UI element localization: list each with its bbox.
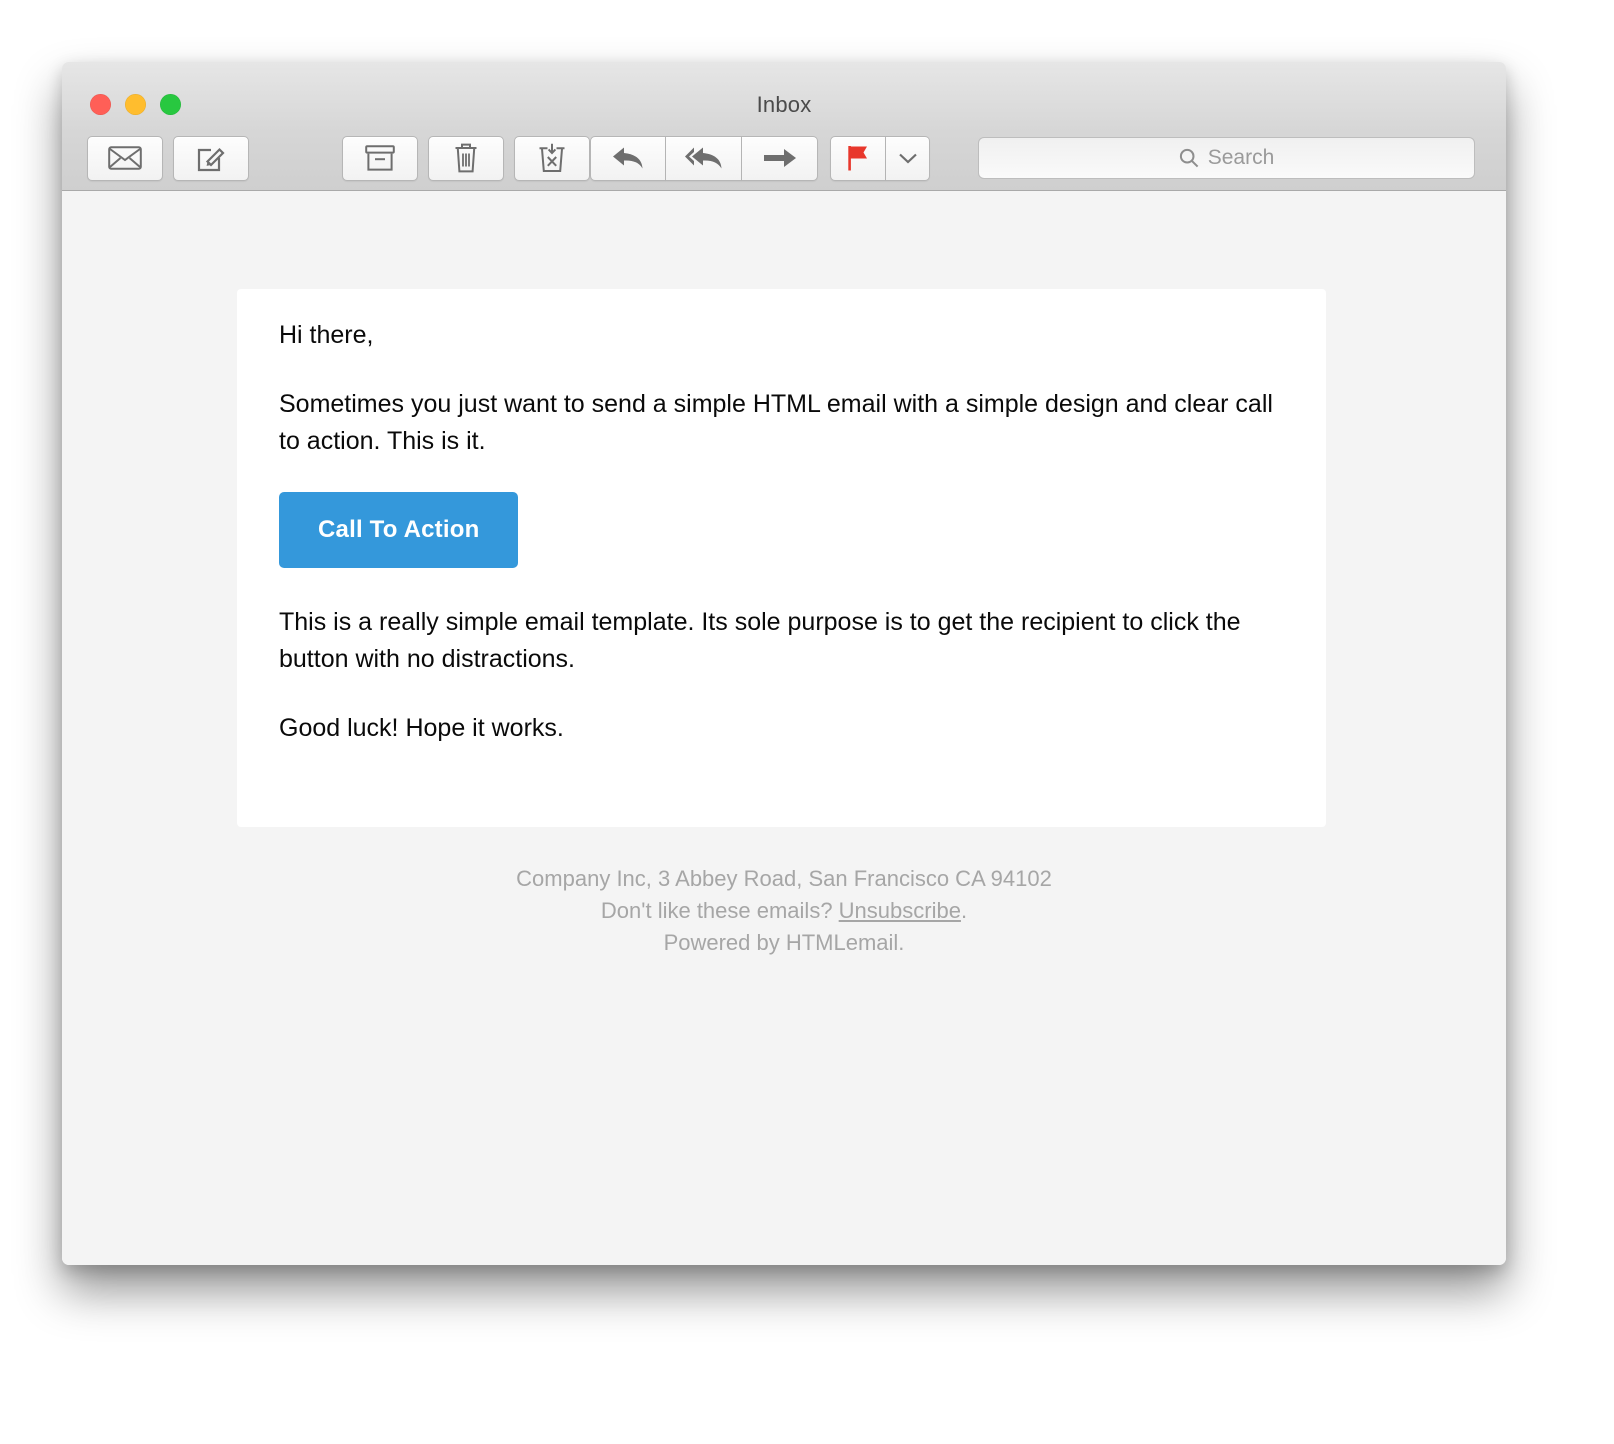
reply-button[interactable]: [590, 135, 666, 181]
toolbar-group-file: [342, 135, 590, 181]
email-paragraph-1: Sometimes you just want to send a simple…: [279, 390, 1273, 455]
reply-all-button[interactable]: [666, 135, 742, 181]
email-paragraph-3: Good luck! Hope it works.: [279, 714, 564, 742]
search-icon: [1179, 148, 1199, 168]
footer-address: Company Inc, 3 Abbey Road, San Francisco…: [516, 866, 1052, 891]
forward-arrow-icon: [763, 147, 797, 169]
compose-button[interactable]: [173, 135, 249, 181]
footer-unsubscribe-prefix: Don't like these emails?: [600, 898, 839, 923]
email-footer: Company Inc, 3 Abbey Road, San Francisco…: [62, 863, 1506, 959]
footer-unsubscribe-line: Don't like these emails? Unsubscribe.: [62, 895, 1506, 927]
reply-all-icon: [684, 145, 724, 171]
window-title: Inbox: [756, 92, 812, 117]
footer-powered-by: Powered by HTMLemail.: [663, 930, 905, 955]
reply-icon: [611, 145, 645, 171]
toolbar: Search: [62, 126, 1506, 190]
window-titlebar: Inbox Search: [62, 62, 1506, 191]
delete-button[interactable]: [428, 135, 504, 181]
flag-icon: [845, 144, 871, 172]
archive-button[interactable]: [342, 135, 418, 181]
unsubscribe-link[interactable]: Unsubscribe: [839, 898, 961, 923]
flag-button[interactable]: [830, 135, 886, 181]
archive-icon: [365, 145, 395, 171]
toolbar-group-reply: [590, 135, 818, 181]
call-to-action-button[interactable]: Call To Action: [279, 492, 519, 568]
flag-menu-button[interactable]: [886, 135, 930, 181]
footer-unsubscribe-suffix: .: [960, 898, 968, 923]
message-content-area: Hi there, Sometimes you just want to sen…: [62, 191, 1506, 1265]
envelope-icon: [108, 146, 142, 170]
forward-button[interactable]: [742, 135, 818, 181]
email-card: Hi there, Sometimes you just want to sen…: [237, 289, 1326, 827]
cta-container: Call To Action: [279, 492, 1289, 568]
search-container: Search: [978, 137, 1475, 179]
search-placeholder: Search: [1207, 146, 1275, 169]
mail-window: Inbox Search Hi there, Sometimes you jus…: [62, 62, 1506, 1265]
toolbar-group-flag: [830, 135, 930, 181]
get-mail-button[interactable]: [87, 135, 163, 181]
junk-button[interactable]: [514, 135, 590, 181]
junk-icon: [537, 143, 567, 173]
email-greeting: Hi there,: [279, 321, 374, 349]
chevron-down-icon: [898, 152, 918, 165]
compose-icon: [197, 144, 225, 172]
trash-icon: [453, 143, 479, 173]
email-paragraph-2: This is a really simple email template. …: [279, 608, 1241, 673]
email-body: Hi there, Sometimes you just want to sen…: [279, 317, 1289, 747]
toolbar-group-new: [87, 135, 249, 181]
search-input[interactable]: Search: [978, 137, 1475, 179]
